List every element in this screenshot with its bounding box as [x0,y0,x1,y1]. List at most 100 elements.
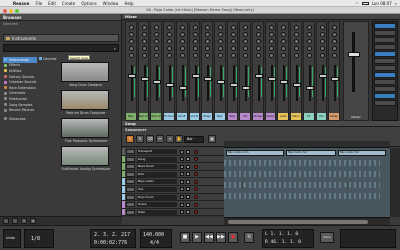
eq-knob[interactable] [281,25,287,30]
channel-name[interactable]: Lead [278,113,289,120]
device-item[interactable]: Redrum Drum Computer [56,90,116,116]
eq-knob[interactable] [243,46,249,51]
channel-name[interactable]: Sampl [265,113,276,120]
channel-name[interactable]: Bajo Drum [151,113,162,120]
up-folder-button[interactable]: ↑ [21,218,27,224]
eq-knob[interactable] [129,25,134,30]
location-item[interactable]: Rack Extensions [3,85,37,91]
channel-name[interactable]: Delay [329,113,339,120]
eq-knob[interactable] [294,53,300,58]
eq-knob[interactable] [230,25,236,30]
channel-fader[interactable] [318,74,327,78]
eq-knob[interactable] [154,46,160,51]
clock[interactable]: Lun 08:07 [372,1,392,6]
track-name[interactable]: Kong [137,156,177,162]
eq-knob[interactable] [281,53,287,58]
eq-knob[interactable] [205,39,211,44]
track-name[interactable]: Snare [137,202,177,208]
eq-knob[interactable] [332,32,338,37]
track-name[interactable]: Kick [137,171,177,177]
eq-knob[interactable] [179,53,185,58]
mute-button[interactable]: M [180,172,184,177]
channel-fader[interactable] [331,77,340,81]
eraser-tool-button[interactable]: ⌫ [146,135,154,143]
eq-knob[interactable] [281,46,287,51]
mute-button[interactable]: M [180,157,184,162]
snap-selector[interactable]: Bar [184,136,204,143]
timeline-ruler[interactable] [224,141,390,148]
eq-knob[interactable] [319,32,325,37]
channel-name[interactable]: Voz [240,113,251,120]
play-button[interactable]: ▶ [192,232,202,243]
solo-button[interactable]: S [186,172,190,177]
solo-button[interactable]: S [186,149,190,154]
record-enable-button[interactable] [194,172,198,177]
eq-knob[interactable] [129,32,134,37]
record-enable-button[interactable] [194,164,198,169]
channel-name[interactable]: Rbajo [202,113,212,120]
record-enable-button[interactable] [194,149,198,154]
channel-name[interactable]: Piano [291,113,301,120]
record-enable-button[interactable] [194,157,198,162]
eq-knob[interactable] [306,32,312,37]
rack-device[interactable] [374,30,396,36]
menu-help[interactable]: Help [121,1,136,6]
spotlight-icon[interactable]: ⌕ [395,1,397,6]
record-enable-button[interactable] [194,202,198,207]
undo-box[interactable]: Undo [3,229,21,248]
channel-name[interactable]: Bajo [126,113,136,120]
eq-knob[interactable] [205,25,211,30]
channel-fader[interactable] [178,86,187,90]
rack-device[interactable] [374,23,396,29]
track-row[interactable]: Snare M S [122,201,224,209]
eq-knob[interactable] [192,39,198,44]
eq-knob[interactable] [268,32,274,37]
eq-knob[interactable] [294,39,300,44]
rack-device[interactable] [374,100,396,106]
master-fader[interactable] [348,52,360,57]
eq-knob[interactable] [192,46,198,51]
eq-knob[interactable] [205,32,211,37]
track-row[interactable]: Bajo Caido M S [122,178,224,186]
solo-button[interactable]: S [186,179,190,184]
solo-button[interactable]: S [186,187,190,192]
search-input[interactable]: ⌕ [3,44,119,52]
rack-device[interactable] [374,65,396,71]
eq-knob[interactable] [243,53,249,58]
track-row[interactable]: Kick M S [122,170,224,179]
channel-name[interactable]: Bajo [214,113,225,120]
location-selector[interactable]: Instruments [3,34,119,42]
eq-knob[interactable] [281,39,287,44]
mute-button[interactable]: M [180,195,184,200]
channel-name[interactable]: Voz B [189,113,200,120]
track-row[interactable]: Bass Drum M S [122,163,224,171]
channel-fader[interactable] [242,86,251,90]
eq-knob[interactable] [332,39,338,44]
channel-fader[interactable] [255,74,264,78]
eq-knob[interactable] [256,25,262,30]
eq-knob[interactable] [319,46,325,51]
track-name[interactable]: Transport [137,149,177,154]
forward-button[interactable]: › [12,218,18,224]
eq-knob[interactable] [217,46,223,51]
rack-device[interactable] [374,93,396,99]
channel-name[interactable]: Bajo [227,113,238,120]
record-enable-button[interactable] [194,187,198,192]
track-row[interactable]: Kong M S [122,155,224,164]
eq-knob[interactable] [332,25,338,30]
mute-button[interactable]: M [180,164,184,169]
eq-knob[interactable] [256,46,262,51]
pencil-tool-button[interactable]: ✎ [136,135,144,143]
channel-name[interactable]: FX [303,113,314,120]
track-row[interactable]: Hats M S [122,208,224,217]
channel-name[interactable]: Strings [253,113,263,120]
rack-device[interactable] [374,44,396,50]
eq-knob[interactable] [217,25,223,30]
eq-knob[interactable] [319,53,325,58]
eq-knob[interactable] [167,32,173,37]
eq-knob[interactable] [243,25,249,30]
eq-knob[interactable] [179,32,185,37]
menu-edit[interactable]: Edit [45,1,59,6]
eq-knob[interactable] [217,39,223,44]
eq-knob[interactable] [230,46,236,51]
